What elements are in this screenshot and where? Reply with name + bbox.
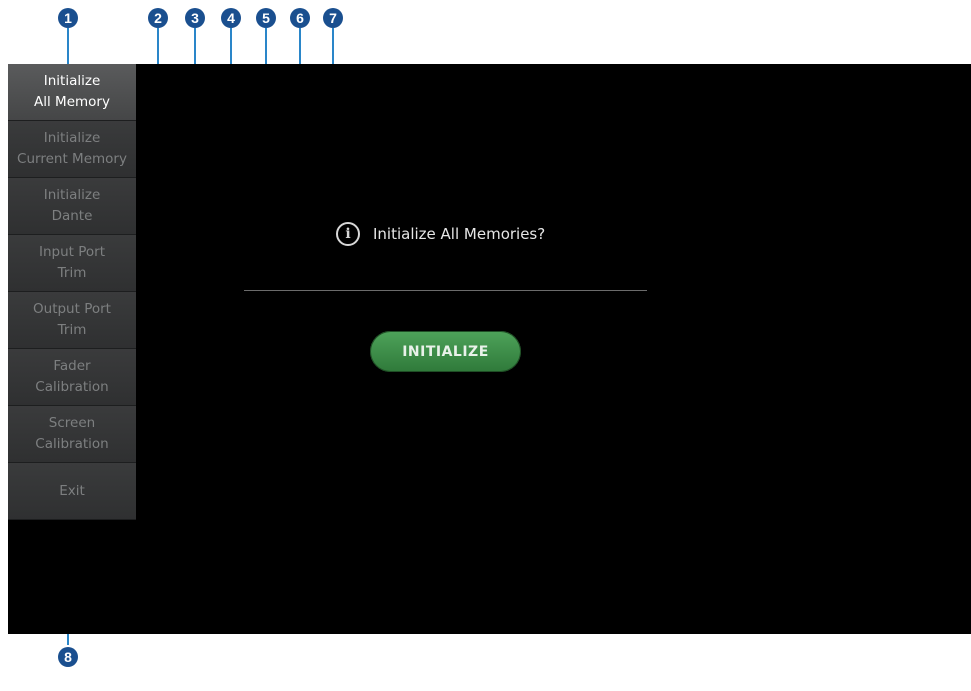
initialize-button[interactable]: INITIALIZE (370, 331, 521, 372)
divider (244, 290, 647, 291)
input-port-trim-label: Input Port Trim (38, 244, 105, 281)
initialize-current-memory-button[interactable]: Initialize Current Memory (8, 121, 136, 178)
callout-7: 7 (323, 8, 343, 28)
initialize-all-memory-label: Initialize All Memory (34, 73, 110, 110)
screen-calibration-button[interactable]: Screen Calibration (8, 406, 136, 463)
confirmation-text: Initialize All Memories? (373, 225, 546, 243)
info-icon: i (336, 222, 360, 246)
input-port-trim-button[interactable]: Input Port Trim (8, 235, 136, 292)
initialize-button-label: INITIALIZE (402, 343, 489, 360)
fader-calibration-label: Fader Calibration (35, 358, 109, 395)
exit-label: Exit (59, 482, 85, 499)
output-port-trim-label: Output Port Trim (33, 301, 111, 338)
callout-8: 8 (58, 647, 78, 667)
initialize-dante-button[interactable]: Initialize Dante (8, 178, 136, 235)
callout-1: 1 (58, 8, 78, 28)
initialize-dante-label: Initialize Dante (43, 187, 101, 224)
exit-button[interactable]: Exit (8, 463, 136, 520)
callout-3: 3 (185, 8, 205, 28)
callout-2: 2 (148, 8, 168, 28)
callout-5: 5 (256, 8, 276, 28)
utility-sidebar: Initialize All Memory Initialize Current… (8, 64, 136, 520)
screen-calibration-label: Screen Calibration (35, 415, 109, 452)
initialize-current-memory-label: Initialize Current Memory (17, 130, 127, 167)
confirmation-message: i Initialize All Memories? (336, 222, 545, 246)
callout-6: 6 (290, 8, 310, 28)
initialize-all-memory-button[interactable]: Initialize All Memory (8, 64, 136, 121)
callout-4: 4 (221, 8, 241, 28)
output-port-trim-button[interactable]: Output Port Trim (8, 292, 136, 349)
fader-calibration-button[interactable]: Fader Calibration (8, 349, 136, 406)
